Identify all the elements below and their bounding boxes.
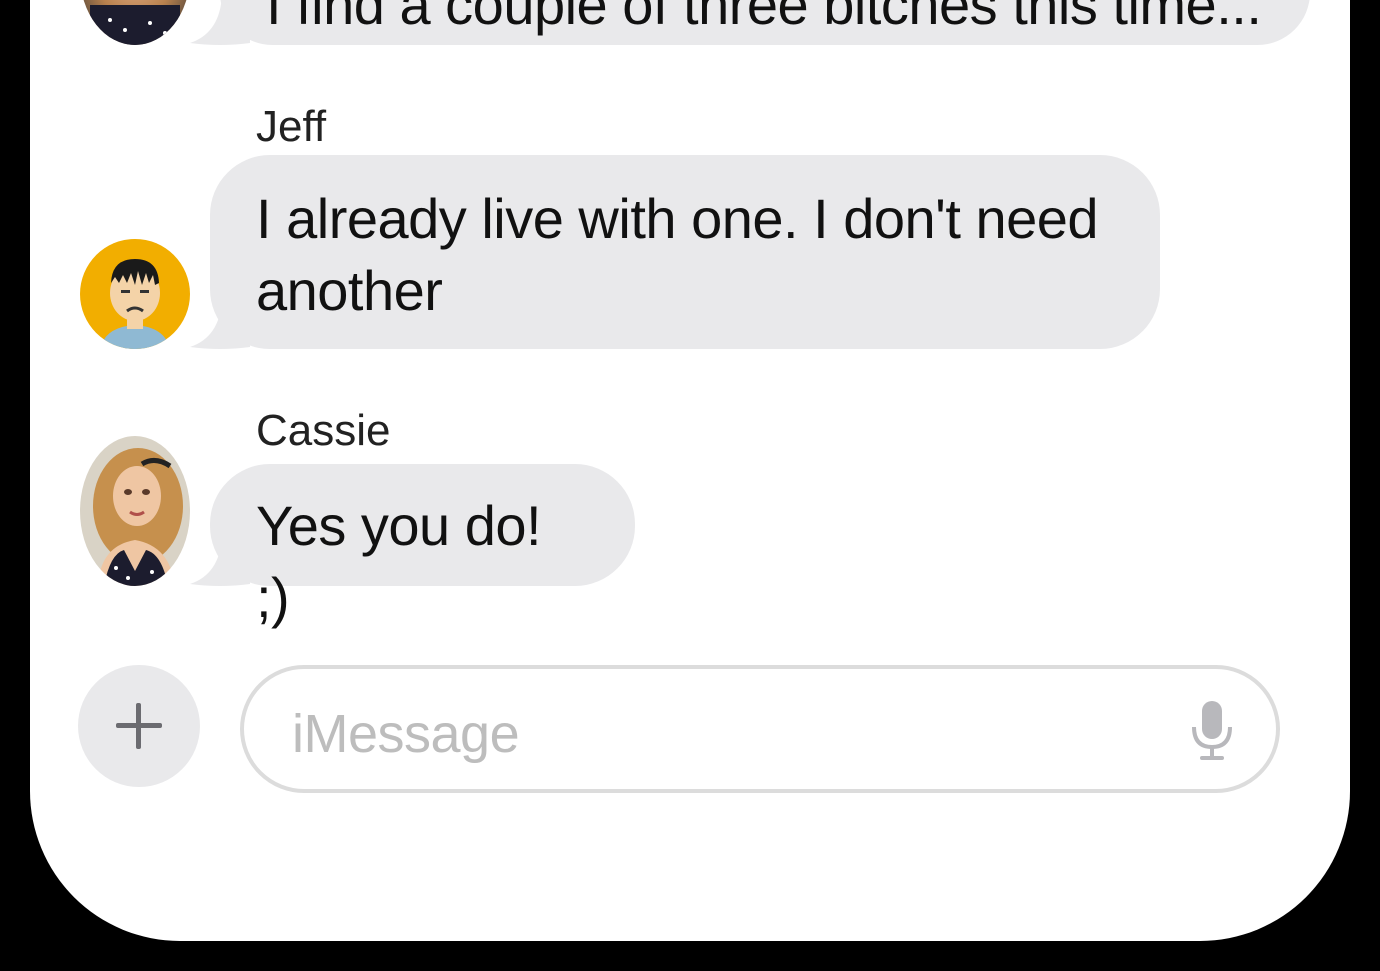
add-attachment-button[interactable] — [78, 665, 200, 787]
message-text-2-line-1: I already live with one. I don't need — [256, 187, 1099, 250]
message-bubble-2[interactable]: I already live with one. I don't need an… — [210, 155, 1160, 349]
message-input[interactable]: iMessage — [240, 665, 1280, 793]
avatar-cassie-top[interactable] — [80, 0, 190, 45]
message-input-placeholder: iMessage — [292, 704, 520, 764]
message-thread[interactable]: I find a couple of three bitches this ti… — [30, 0, 1350, 941]
phone-bezel: I find a couple of three bitches this ti… — [0, 0, 1380, 971]
plus-icon — [116, 703, 162, 749]
message-text-2-line-2: another — [256, 259, 443, 322]
avatar-jeff[interactable] — [80, 239, 190, 349]
message-text-3: Yes you do! ;) — [256, 494, 542, 629]
message-text-1: I find a couple of three bitches this ti… — [266, 0, 1262, 36]
message-bubble-1[interactable]: I find a couple of three bitches this ti… — [220, 0, 1310, 45]
avatar-cassie[interactable] — [80, 436, 190, 586]
sender-name-cassie: Cassie — [256, 406, 391, 455]
sender-name-jeff: Jeff — [256, 102, 327, 151]
microphone-icon[interactable] — [1188, 699, 1236, 763]
message-bubble-3[interactable]: Yes you do! ;) — [210, 464, 635, 629]
